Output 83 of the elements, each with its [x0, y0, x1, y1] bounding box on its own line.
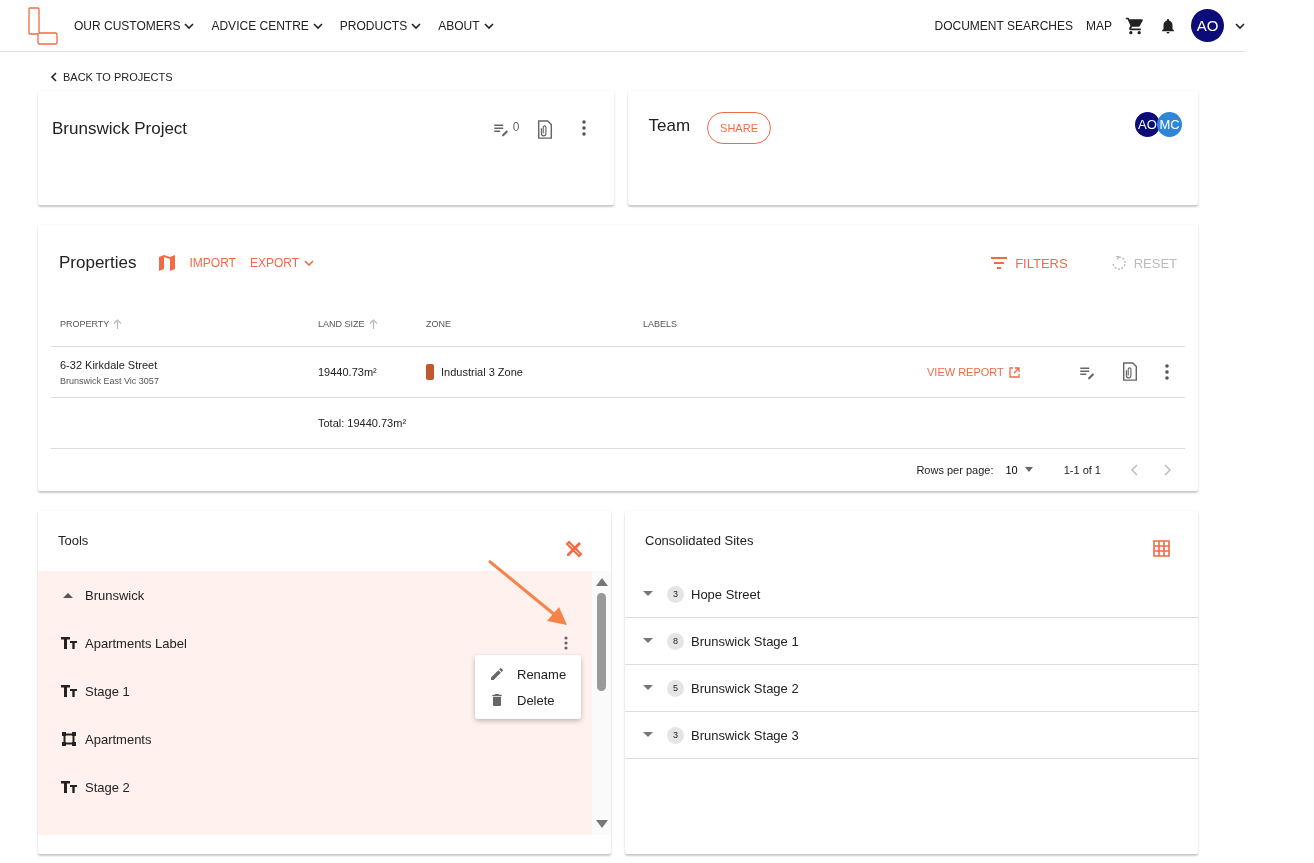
filter-icon	[991, 257, 1008, 269]
column-header[interactable]: ZONE	[426, 318, 451, 329]
attachment-icon[interactable]	[535, 120, 554, 140]
more-icon[interactable]	[581, 120, 586, 136]
page-range: 1-1 of 1	[1063, 464, 1101, 476]
cart-icon[interactable]	[1125, 15, 1145, 36]
property-address: 6-32 Kirkdale Street	[60, 358, 159, 371]
layer-group[interactable]: Brunswick	[61, 571, 568, 619]
layer-item[interactable]: Apartments	[85, 731, 152, 747]
site-name: Brunswick Stage 1	[691, 633, 799, 649]
site-row[interactable]: 8 Brunswick Stage 1	[625, 618, 1198, 665]
team-title: Team	[648, 115, 691, 137]
polygon-layer-icon	[61, 732, 77, 746]
reset-icon	[1111, 256, 1126, 270]
site-row[interactable]: 5 Brunswick Stage 2	[625, 665, 1198, 712]
tools-title: Tools	[58, 533, 89, 548]
expand-toggle-icon[interactable]	[643, 638, 653, 644]
expand-toggle-icon[interactable]	[643, 591, 653, 597]
chevron-down-icon	[483, 21, 494, 30]
scrollbar[interactable]	[592, 571, 611, 835]
menu-item[interactable]: Delete	[475, 687, 581, 713]
chevron-left-icon	[50, 72, 58, 82]
property-suburb: Brunswick East Vic 3057	[60, 375, 160, 386]
map-icon[interactable]	[159, 255, 176, 271]
more-icon[interactable]	[564, 636, 568, 650]
scroll-up-icon[interactable]	[595, 577, 608, 587]
site-row[interactable]: 3 Brunswick Stage 3	[625, 712, 1198, 759]
count-badge: 3	[667, 726, 684, 744]
project-title: Brunswick Project	[52, 118, 188, 140]
pencil-icon	[489, 666, 505, 682]
chevron-down-icon	[304, 259, 315, 267]
member-avatar[interactable]: MC	[1157, 112, 1182, 137]
caret-icon[interactable]	[1235, 21, 1245, 30]
chevron-down-icon	[184, 21, 195, 30]
land-size-cell-text: 19440.73m²	[318, 366, 378, 378]
more-icon[interactable]	[1165, 364, 1169, 380]
consolidated-sites-title: Consolidated Sites	[645, 533, 754, 548]
site-name: Brunswick Stage 2	[691, 680, 799, 696]
nav-menu[interactable]: PRODUCTS	[339, 18, 422, 33]
external-link-icon	[1008, 366, 1020, 378]
zone-cell: Industrial 3 Zone	[441, 366, 523, 378]
scroll-down-icon[interactable]	[595, 819, 608, 829]
nav-menu[interactable]: ADVICE CENTRE	[211, 18, 323, 33]
expand-toggle-icon[interactable]	[643, 685, 653, 691]
user-avatar[interactable]: AO	[1191, 9, 1224, 42]
chevron-down-icon	[312, 21, 323, 30]
dropdown-caret-icon	[1023, 467, 1034, 473]
count-badge: 5	[667, 679, 684, 697]
count-badge: 3	[667, 585, 684, 603]
back-link[interactable]: BACK TO PROJECTS	[50, 71, 1198, 83]
site-row[interactable]: 3 Hope Street	[625, 571, 1198, 618]
logo-icon[interactable]	[28, 6, 58, 45]
count-badge: 8	[667, 632, 684, 650]
properties-title: Properties	[59, 252, 137, 274]
rows-per-page-select[interactable]: 10	[1005, 464, 1034, 476]
attachment-icon[interactable]	[1121, 362, 1139, 382]
expand-toggle-icon[interactable]	[63, 592, 73, 598]
nav-menu[interactable]: ABOUT	[438, 18, 494, 33]
total-land-size: Total: 19440.73m²	[318, 417, 408, 429]
grid-icon[interactable]	[1153, 540, 1170, 557]
site-name: Hope Street	[691, 586, 761, 602]
trash-icon	[489, 692, 505, 708]
expand-toggle-icon[interactable]	[643, 732, 653, 738]
column-header[interactable]: PROPERTY	[60, 318, 110, 329]
layer-item[interactable]: Apartments Label	[85, 635, 187, 651]
column-header[interactable]: LABELS	[643, 318, 678, 329]
text-layer-icon	[61, 684, 77, 698]
scrollbar-thumb[interactable]	[597, 593, 606, 691]
nav-link[interactable]: DOCUMENT SEARCHES	[934, 18, 1073, 33]
member-avatar[interactable]: AO	[1135, 112, 1160, 137]
menu-item[interactable]: Rename	[475, 661, 581, 687]
text-layer-icon	[61, 780, 77, 794]
rows-per-page-label: Rows per page:	[916, 464, 994, 476]
column-header[interactable]: LAND SIZE	[318, 318, 365, 329]
site-name: Brunswick Stage 3	[691, 727, 799, 743]
text-layer-icon	[61, 636, 77, 650]
layer-item[interactable]: Stage 2	[85, 779, 130, 795]
nav-menu[interactable]: OUR CUSTOMERS	[74, 18, 195, 33]
chevron-down-icon	[411, 21, 422, 30]
layer-item[interactable]: Stage 1	[85, 683, 130, 699]
nav-link[interactable]: MAP	[1086, 18, 1112, 33]
notes-count: 0	[512, 120, 520, 134]
ruler-pencil-icon[interactable]	[565, 540, 583, 558]
